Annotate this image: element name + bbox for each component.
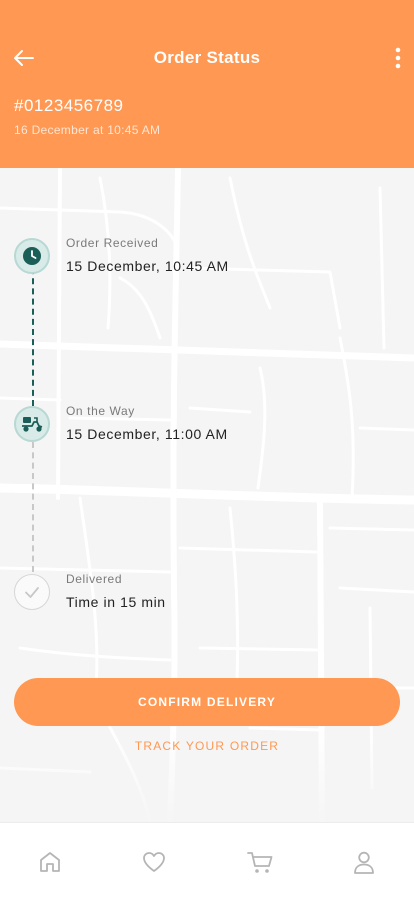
timeline-step-label: On the Way xyxy=(66,404,135,418)
checkmark-icon xyxy=(25,587,39,598)
bottom-navigation xyxy=(0,822,414,897)
nav-favorites-button[interactable] xyxy=(137,845,171,879)
heart-icon xyxy=(143,852,165,872)
track-order-link[interactable]: TRACK YOUR ORDER xyxy=(0,739,414,753)
page-title: Order Status xyxy=(153,48,261,67)
nav-cart-button[interactable] xyxy=(243,845,277,879)
timeline-step-delivered-icon-wrap xyxy=(14,574,50,610)
timeline-connector-pending xyxy=(32,442,34,572)
home-icon xyxy=(40,852,60,872)
timeline-step-value: 15 December, 10:45 AM xyxy=(66,258,229,274)
order-date: 16 December at 10:45 AM xyxy=(14,123,161,137)
scooter-icon xyxy=(22,417,43,432)
timeline-step-received-icon-wrap xyxy=(14,238,50,274)
user-icon xyxy=(354,851,374,874)
nav-profile-button[interactable] xyxy=(347,845,381,879)
timeline-step-value: 15 December, 11:00 AM xyxy=(66,426,228,442)
timeline-step-label: Delivered xyxy=(66,572,123,586)
timeline-step-label: Order Received xyxy=(66,236,159,250)
nav-home-button[interactable] xyxy=(33,845,67,879)
cart-icon xyxy=(247,852,273,873)
clock-icon xyxy=(23,247,41,265)
more-vertical-icon xyxy=(395,47,401,69)
timeline-connector-active xyxy=(32,258,34,406)
timeline-step-on-the-way-icon-wrap xyxy=(14,406,50,442)
order-number: #0123456789 xyxy=(14,96,124,115)
header: Order Status #0123456789 16 December at … xyxy=(0,0,414,168)
confirm-delivery-button[interactable]: CONFIRM DELIVERY xyxy=(14,678,400,726)
more-options-button[interactable] xyxy=(388,44,408,72)
timeline-step-value: Time in 15 min xyxy=(66,594,166,610)
